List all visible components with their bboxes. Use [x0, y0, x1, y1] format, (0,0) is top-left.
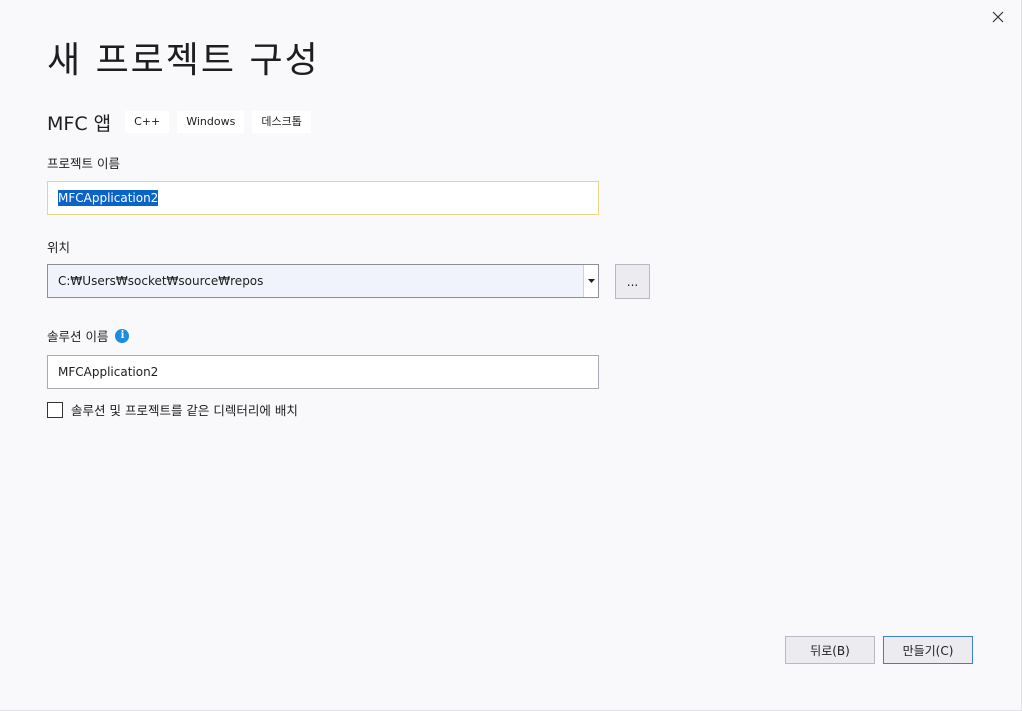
solution-name-label-row: 솔루션 이름 i — [47, 326, 130, 345]
create-button[interactable]: 만들기(C) — [883, 636, 973, 664]
page-title: 새 프로젝트 구성 — [47, 40, 320, 81]
project-name-value: MFCApplication2 — [58, 190, 159, 206]
template-info: MFC 앱 C++ Windows 데스크톱 — [47, 108, 319, 136]
template-name: MFC 앱 — [47, 112, 112, 135]
same-directory-label: 솔루션 및 프로젝트를 같은 디렉터리에 배치 — [71, 403, 298, 418]
location-dropdown-button[interactable] — [583, 265, 598, 297]
chevron-down-icon — [587, 279, 595, 283]
close-icon — [992, 11, 1004, 23]
info-icon[interactable]: i — [115, 328, 130, 343]
close-button[interactable] — [986, 5, 1010, 29]
project-name-label: 프로젝트 이름 — [47, 156, 120, 171]
same-directory-option[interactable]: 솔루션 및 프로젝트를 같은 디렉터리에 배치 — [47, 400, 298, 419]
location-combobox[interactable]: C:₩Users₩socket₩source₩repos — [47, 264, 599, 298]
browse-button[interactable]: ... — [615, 264, 650, 299]
tag-platform: Windows — [177, 111, 245, 133]
same-directory-checkbox[interactable] — [47, 401, 63, 418]
tag-language: C++ — [125, 111, 170, 133]
solution-name-input[interactable]: MFCApplication2 — [47, 355, 599, 389]
back-button[interactable]: 뒤로(B) — [785, 636, 875, 664]
location-label: 위치 — [47, 240, 71, 255]
configure-project-dialog: 새 프로젝트 구성 MFC 앱 C++ Windows 데스크톱 프로젝트 이름… — [0, 0, 1022, 711]
project-name-input[interactable]: MFCApplication2 — [47, 181, 599, 215]
solution-name-value: MFCApplication2 — [58, 365, 159, 379]
tag-project-type: 데스크톱 — [252, 111, 311, 133]
solution-name-label: 솔루션 이름 — [47, 329, 109, 344]
location-value: C:₩Users₩socket₩source₩repos — [58, 274, 264, 288]
